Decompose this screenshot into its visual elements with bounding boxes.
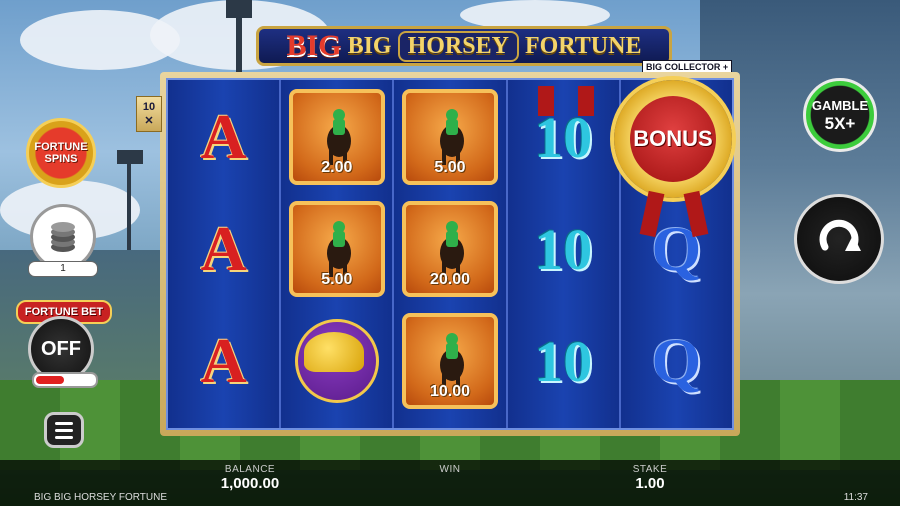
- symbol-q: Q: [651, 325, 702, 396]
- game-name: BIG BIG HORSEY FORTUNE: [34, 492, 167, 503]
- fortune-spins-line2: SPINS: [44, 153, 78, 165]
- gamble-label: GAMBLE: [811, 98, 869, 113]
- cash-value: 5.00: [434, 159, 466, 176]
- game-logo: BIG BIG HORSEY FORTUNE: [256, 26, 672, 66]
- gamble-button[interactable]: GAMBLE 5X+: [803, 78, 877, 152]
- multiplier-badge-top: 10: [142, 101, 156, 113]
- balance-label: BALANCE: [224, 464, 276, 475]
- bet-coins-value: 1: [28, 261, 98, 277]
- cash-value: 5.00: [321, 271, 353, 288]
- win-label: WIN: [439, 464, 461, 475]
- multiplier-badge: 10 ✕: [136, 96, 162, 132]
- cash-value: 10.00: [429, 383, 471, 400]
- jockey-horse-icon: [326, 221, 351, 277]
- reel-cell: Q: [621, 194, 732, 304]
- multiplier-badge-bottom: ✕: [144, 115, 154, 127]
- fortune-bet-toggle[interactable]: [32, 372, 98, 388]
- balance-value: 1,000.00: [220, 475, 280, 492]
- jockey-horse-icon: [326, 109, 351, 165]
- reel-column: 2.00 5.00: [281, 80, 395, 428]
- logo-fortune: FORTUNE: [524, 32, 642, 59]
- reel-cell: Q: [621, 306, 732, 416]
- stake-value: 1.00: [635, 475, 665, 492]
- helmet-collector-icon: [294, 319, 379, 403]
- balance-display: BALANCE 1,000.00: [210, 464, 290, 492]
- horse-cash-symbol: 5.00: [288, 201, 385, 297]
- bonus-seal-icon: BONUS: [614, 80, 732, 198]
- symbol-a: A: [200, 101, 247, 172]
- reel-column: 5.00 20.00 10.00: [394, 80, 508, 428]
- reel-cell: 10: [508, 194, 619, 304]
- menu-button[interactable]: [44, 412, 84, 448]
- jockey-horse-icon: [440, 333, 464, 389]
- reel-cell: 5.00: [394, 82, 505, 192]
- floodlight: [226, 0, 252, 18]
- spin-arrow-icon: [819, 219, 861, 251]
- ribbon-icon: [578, 86, 594, 116]
- symbol-10: 10: [534, 328, 593, 394]
- gamble-multiplier: 5X+: [824, 114, 856, 133]
- reel-column: AAA: [168, 80, 282, 428]
- reel-cell: 20.00: [394, 194, 505, 304]
- logo-big-1: BIG: [286, 29, 342, 62]
- stake-label: STAKE: [632, 464, 668, 475]
- reel-cell: A: [168, 82, 279, 192]
- clock: 11:37: [843, 492, 868, 503]
- horse-cash-symbol: 10.00: [402, 313, 498, 409]
- reel-column: 10 10 10: [507, 80, 621, 428]
- status-bar: BALANCE 1,000.00 WIN STAKE 1.00 BIG BIG …: [0, 460, 900, 506]
- cash-value: 2.00: [321, 159, 353, 176]
- spin-button[interactable]: [794, 194, 884, 284]
- bonus-label: BONUS: [630, 96, 716, 182]
- symbol-a: A: [200, 325, 247, 396]
- reel-cell: 10.00: [394, 306, 505, 416]
- ribbon-icon: [538, 86, 554, 116]
- fortune-spins-line1: FORTUNE: [34, 141, 88, 153]
- floodlight-pole: [127, 150, 131, 260]
- reel-cell: [281, 306, 392, 416]
- symbol-a: A: [200, 213, 247, 284]
- jockey-horse-icon: [440, 109, 464, 165]
- coins-stack-icon: [51, 222, 75, 252]
- reel-cell: 5.00: [281, 194, 392, 304]
- stake-display[interactable]: STAKE 1.00: [610, 464, 690, 492]
- reel-cell: A: [168, 194, 279, 304]
- logo-horsey: HORSEY: [397, 30, 519, 62]
- fortune-spins-button[interactable]: FORTUNE SPINS: [26, 118, 96, 188]
- reel-cell: 10: [508, 306, 619, 416]
- reel-cell: 2.00: [281, 82, 392, 192]
- toggle-knob: [36, 376, 64, 384]
- floodlight: [117, 150, 143, 164]
- hamburger-icon: [55, 421, 73, 425]
- win-display: WIN: [420, 464, 480, 475]
- horse-cash-symbol: 5.00: [402, 89, 498, 185]
- symbol-10: 10: [534, 216, 593, 282]
- jockey-horse-icon: [440, 221, 464, 277]
- reel-cell: A: [168, 306, 279, 416]
- logo-big-2: BIG: [347, 32, 392, 59]
- cash-value: 20.00: [429, 271, 471, 288]
- horse-cash-symbol: 20.00: [402, 201, 498, 297]
- horse-cash-symbol: 2.00: [288, 89, 385, 185]
- reel-cell: 10: [508, 82, 619, 192]
